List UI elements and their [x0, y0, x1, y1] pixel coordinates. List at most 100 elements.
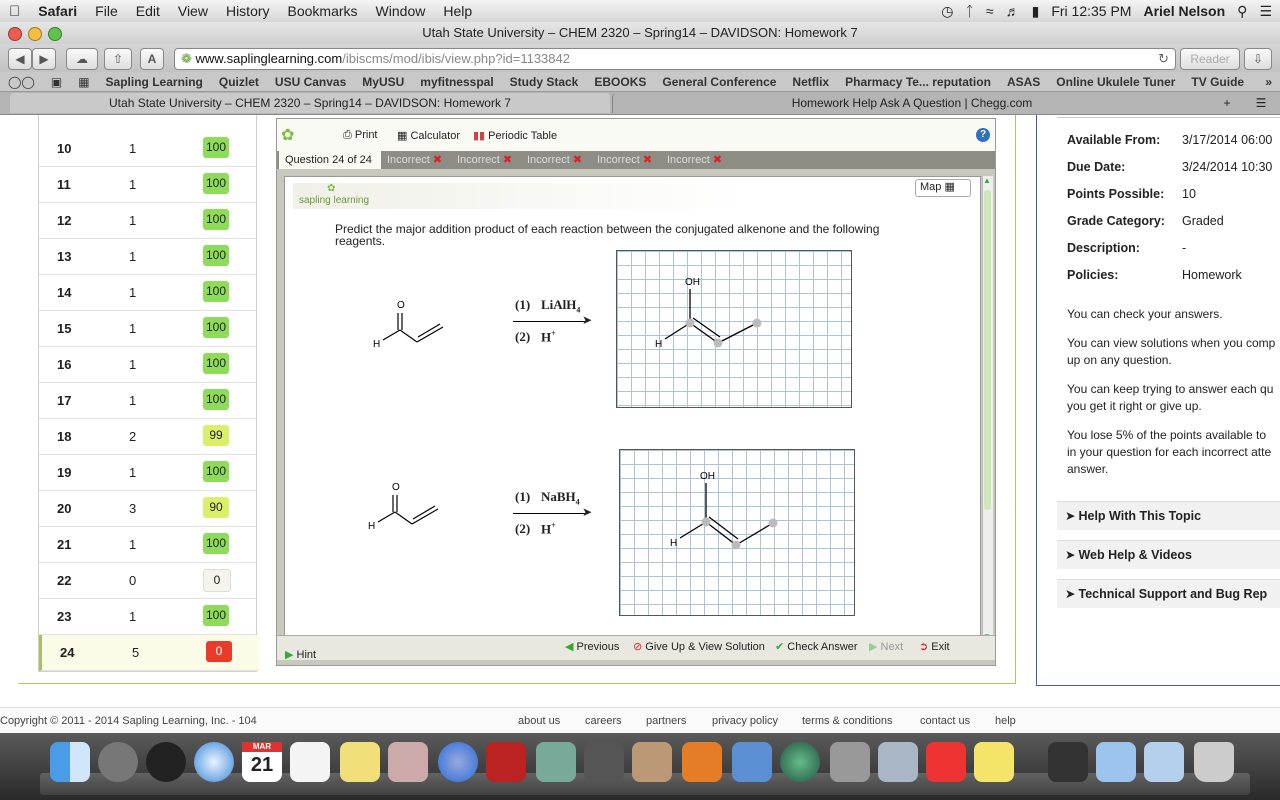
attempt-tab[interactable]: Incorrect ✖ [667, 151, 722, 169]
wifi-icon[interactable]: ≈ [986, 3, 994, 19]
periodic-table-button[interactable]: ▮▮ Periodic Table [473, 129, 557, 142]
garageband-icon[interactable] [632, 742, 672, 782]
exit-button[interactable]: ➲ Exit [919, 640, 950, 653]
question-row[interactable]: 24 5 0 [39, 635, 259, 671]
bookmark-item[interactable]: Pharmacy Te... reputation [837, 75, 999, 89]
back-button[interactable]: ◀ [8, 48, 32, 70]
forward-button[interactable]: ▶ [32, 48, 56, 70]
drawing-canvas-1[interactable]: OH H [616, 250, 852, 408]
office-icon[interactable] [926, 742, 966, 782]
question-row[interactable]: 22 0 0 [39, 563, 256, 599]
user-name[interactable]: Ariel Nelson [1143, 3, 1225, 19]
question-row[interactable]: 10 1 100 [39, 131, 256, 167]
menu-app[interactable]: Safari [29, 3, 86, 19]
menu-view[interactable]: View [169, 3, 217, 19]
clock[interactable]: Fri 12:35 PM [1051, 3, 1131, 19]
powerpoint-icon[interactable] [682, 742, 722, 782]
current-question-tab[interactable]: Question 24 of 24 [279, 151, 381, 169]
footer-link-privacy[interactable]: privacy policy [712, 715, 778, 727]
menu-bookmarks[interactable]: Bookmarks [279, 3, 367, 19]
iphoto-icon[interactable] [536, 742, 576, 782]
documents-folder-icon[interactable] [1144, 742, 1184, 782]
bookmark-item[interactable]: ASAS [999, 75, 1048, 89]
photo-booth-icon[interactable] [388, 742, 428, 782]
question-row[interactable]: 15 1 100 [39, 311, 256, 347]
time-machine-dock-icon[interactable] [780, 742, 820, 782]
question-row[interactable]: 19 1 100 [39, 455, 256, 491]
give-up-button[interactable]: ⊘ Give Up & View Solution [633, 640, 765, 653]
spotlight-icon[interactable]: ⚲ [1237, 3, 1247, 20]
stickies-yellow-icon[interactable] [974, 742, 1014, 782]
previous-button[interactable]: ◀ Previous [565, 640, 619, 653]
footer-link-contact[interactable]: contact us [920, 715, 970, 727]
bookmarks-book-icon[interactable]: ▣ [43, 75, 70, 89]
check-answer-button[interactable]: ✔ Check Answer [775, 640, 858, 653]
apple-icon[interactable]:  [0, 3, 29, 20]
attempt-tab[interactable]: Incorrect ✖ [597, 151, 652, 169]
calendar-icon[interactable]: MAR 21 [242, 742, 282, 782]
map-button[interactable]: Map ▦ [915, 179, 971, 197]
footer-link-partners[interactable]: partners [646, 715, 686, 727]
menu-file[interactable]: File [86, 3, 127, 19]
bookmark-item[interactable]: Study Stack [502, 75, 587, 89]
close-window-button[interactable] [8, 27, 22, 41]
bookmark-item[interactable]: MyUSU [354, 75, 412, 89]
bookmark-item[interactable]: EBOOKS [586, 75, 654, 89]
itunes-icon[interactable] [438, 742, 478, 782]
question-row[interactable]: 14 1 100 [39, 275, 256, 311]
new-tab-button[interactable]: + [1214, 93, 1240, 113]
bookmark-item[interactable]: Netflix [784, 75, 837, 89]
bookmark-item[interactable]: Quizlet [211, 75, 267, 89]
question-row[interactable]: 17 1 100 [39, 383, 256, 419]
calculator-button[interactable]: ▦ Calculator [397, 129, 460, 142]
screenshot-icon[interactable] [1048, 742, 1088, 782]
tab-homework[interactable]: Utah State University – CHEM 2320 – Spri… [10, 93, 610, 113]
stickies-icon[interactable] [340, 742, 380, 782]
zoom-window-button[interactable] [48, 27, 62, 41]
system-preferences-icon[interactable] [830, 742, 870, 782]
launchpad-icon[interactable] [98, 742, 138, 782]
footer-link-terms[interactable]: terms & conditions [802, 715, 892, 727]
reader-a-button[interactable]: A [140, 48, 164, 70]
bookmark-item[interactable]: Sapling Learning [98, 75, 211, 89]
trash-icon[interactable] [1194, 742, 1234, 782]
battery-icon[interactable]: ▮ [1032, 3, 1040, 20]
volume-icon[interactable]: ♬ [1006, 3, 1020, 19]
photo-booth-red-icon[interactable] [486, 742, 526, 782]
question-row[interactable]: 11 1 100 [39, 167, 256, 203]
reader-button[interactable]: Reader [1180, 48, 1240, 70]
imovie-icon[interactable] [584, 742, 624, 782]
bookmarks-overflow-icon[interactable]: » [1257, 75, 1280, 89]
accordion-tech-support[interactable]: ➤ Technical Support and Bug Rep [1057, 579, 1280, 608]
footer-link-about[interactable]: about us [518, 715, 560, 727]
menu-history[interactable]: History [217, 3, 279, 19]
hint-button[interactable]: ▶ Hint [285, 648, 316, 661]
question-row[interactable]: 21 1 100 [39, 527, 256, 563]
reading-list-icon[interactable]: ◯◯ [0, 75, 43, 89]
applications-folder-icon[interactable] [1096, 742, 1136, 782]
attempt-tab[interactable]: Incorrect ✖ [527, 151, 582, 169]
bookmark-item[interactable]: TV Guide [1183, 75, 1252, 89]
print-button[interactable]: ⎙ Print [343, 129, 378, 142]
icloud-tabs-button[interactable]: ☁ [66, 48, 98, 70]
dashboard-icon[interactable] [146, 742, 186, 782]
bookmark-item[interactable]: General Conference [654, 75, 784, 89]
top-sites-icon[interactable]: ▦ [70, 75, 97, 89]
tab-chegg[interactable]: Homework Help Ask A Question | Chegg.com [612, 93, 1211, 113]
downloads-button[interactable]: ⇩ [1244, 48, 1272, 70]
notification-icon[interactable]: ☰ [1259, 3, 1272, 20]
footer-link-help[interactable]: help [995, 715, 1016, 727]
word-icon[interactable] [732, 742, 772, 782]
question-row[interactable]: 20 3 90 [39, 491, 256, 527]
attempt-tab[interactable]: Incorrect ✖ [457, 151, 512, 169]
drawing-canvas-2[interactable]: OH H [619, 449, 855, 616]
time-machine-icon[interactable]: ◷ [941, 3, 953, 20]
address-bar[interactable]: ❁ www.saplinglearning.com/ibiscms/mod/ib… [174, 48, 1176, 70]
finder-icon[interactable] [50, 742, 90, 782]
next-button[interactable]: ▶ Next [869, 640, 903, 653]
question-row[interactable]: 13 1 100 [39, 239, 256, 275]
bookmark-item[interactable]: Online Ukulele Tuner [1048, 75, 1183, 89]
attempt-tab[interactable]: Incorrect ✖ [387, 151, 442, 169]
menu-help[interactable]: Help [434, 3, 481, 19]
tab-overview-button[interactable]: ☰ [1248, 93, 1274, 113]
